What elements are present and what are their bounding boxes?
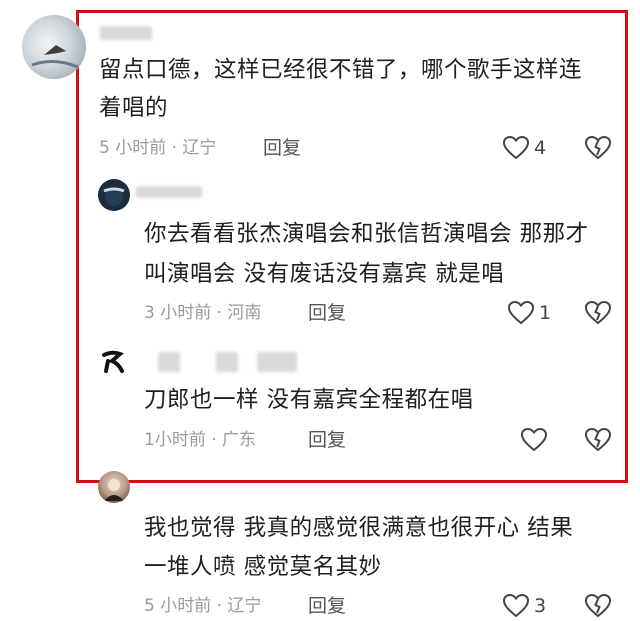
reply-button[interactable]: 回复 xyxy=(308,428,346,452)
comment-text: 叫演唱会 没有废话没有嘉宾 就是唱 xyxy=(144,261,505,287)
broken-heart-icon[interactable] xyxy=(584,426,612,454)
comment-text: 我也觉得 我真的感觉很满意也很开心 结果 xyxy=(144,515,574,541)
comment-text: 着唱的 xyxy=(99,95,169,121)
reply-button[interactable]: 回复 xyxy=(308,594,346,618)
avatar[interactable] xyxy=(98,471,130,503)
time-location: 5 小时前 · 辽宁 xyxy=(99,138,217,158)
reply-button[interactable]: 回复 xyxy=(263,136,301,160)
person-photo-icon xyxy=(104,479,124,501)
heart-icon[interactable] xyxy=(520,426,548,454)
bird-icon xyxy=(31,45,79,69)
time-location: 1小时前 · 广东 xyxy=(144,430,257,450)
comment-text: 刀郎也一样 没有嘉宾全程都在唱 xyxy=(144,387,474,413)
comment-text: 留点口德，这样已经很不错了，哪个歌手这样连 xyxy=(99,57,583,83)
broken-heart-icon[interactable] xyxy=(584,299,612,327)
heart-icon[interactable] xyxy=(502,134,530,162)
avatar[interactable] xyxy=(98,345,130,377)
comment-text: 一堆人喷 感觉莫名其妙 xyxy=(144,554,382,580)
like-count: 3 xyxy=(534,595,547,617)
calligraphy-logo-icon xyxy=(102,350,124,373)
heart-icon[interactable] xyxy=(502,592,530,620)
reply-button[interactable]: 回复 xyxy=(308,301,346,325)
like-count: 4 xyxy=(534,137,547,159)
comment-text: 你去看看张杰演唱会和张信哲演唱会 那那才 xyxy=(144,221,589,247)
username-redacted xyxy=(257,352,297,372)
broken-heart-icon[interactable] xyxy=(584,592,612,620)
broken-heart-icon[interactable] xyxy=(584,134,612,162)
avatar[interactable] xyxy=(22,15,86,79)
time-location: 3 小时前 · 河南 xyxy=(144,303,262,323)
username-redacted xyxy=(158,352,180,372)
username-redacted xyxy=(100,26,152,40)
avatar[interactable] xyxy=(98,179,130,211)
time-location: 5 小时前 · 辽宁 xyxy=(144,596,262,616)
username-redacted xyxy=(136,186,202,198)
avatar-figure-icon xyxy=(103,187,125,206)
like-count: 1 xyxy=(539,302,552,324)
username-redacted xyxy=(216,352,238,372)
heart-icon[interactable] xyxy=(507,299,535,327)
